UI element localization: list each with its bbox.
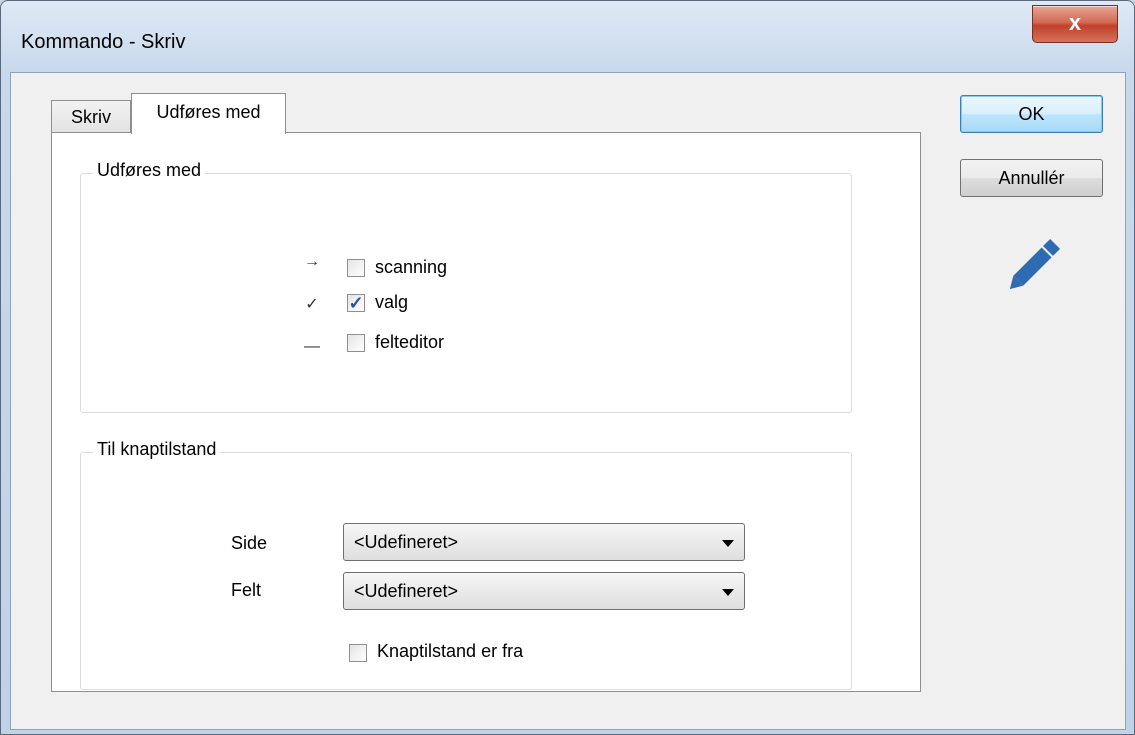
pencil-body	[1013, 247, 1052, 286]
felteditor-checkbox[interactable]	[347, 334, 365, 352]
group-title: Til knaptilstand	[93, 439, 221, 460]
tab-label: Skriv	[71, 107, 111, 127]
button-state-off-label[interactable]: Knaptilstand er fra	[377, 641, 523, 662]
felteditor-label[interactable]: felteditor	[375, 332, 444, 353]
tab-panel: Udføres med → scanning ✓ ✓ valg — felted…	[51, 132, 921, 692]
window-title: Kommando - Skriv	[21, 31, 186, 53]
ok-button-label: OK	[1018, 104, 1045, 124]
dialog-client-area: Skriv Udføres med Udføres med → scanning…	[10, 72, 1126, 730]
chevron-down-icon	[722, 589, 734, 596]
cancel-button[interactable]: Annullér	[960, 159, 1103, 197]
option-valg: ✓ ✓ valg	[301, 292, 601, 318]
dialog-window: Kommando - Skriv x Skriv Udføres med Udf…	[0, 0, 1135, 735]
dash-icon: —	[304, 338, 320, 355]
field-dropdown[interactable]: <Udefineret>	[343, 572, 745, 610]
cancel-button-label: Annullér	[998, 168, 1065, 188]
arrow-right-icon: →	[304, 253, 320, 270]
pencil-icon	[1009, 238, 1061, 290]
side-dropdown-value: <Udefineret>	[354, 532, 459, 552]
checkmark-icon: ✓	[305, 296, 319, 313]
tab-skriv[interactable]: Skriv	[51, 100, 131, 132]
scanning-checkbox[interactable]	[347, 259, 365, 277]
valg-label[interactable]: valg	[375, 292, 408, 313]
scanning-label[interactable]: scanning	[375, 257, 447, 278]
chevron-down-icon	[722, 540, 734, 547]
side-dropdown[interactable]: <Udefineret>	[343, 523, 745, 561]
side-label: Side	[231, 533, 268, 553]
option-scanning: → scanning	[301, 253, 601, 283]
close-icon: x	[1068, 10, 1082, 35]
tab-udfoeres-med[interactable]: Udføres med	[131, 93, 286, 134]
field-dropdown-value: <Udefineret>	[354, 581, 459, 601]
close-button[interactable]: x	[1032, 5, 1118, 43]
group-title: Udføres med	[93, 160, 206, 181]
option-felteditor: — felteditor	[301, 332, 601, 358]
valg-checkbox[interactable]: ✓	[347, 294, 365, 312]
ok-button[interactable]: OK	[960, 95, 1103, 133]
button-state-group: Til knaptilstand Side <Udefineret> Felt …	[80, 439, 852, 690]
field-label: Felt	[231, 580, 262, 600]
button-state-off-checkbox[interactable]	[349, 644, 367, 662]
execute-with-group: Udføres med → scanning ✓ ✓ valg — felted…	[80, 160, 852, 413]
tab-label: Udføres med	[156, 102, 261, 122]
title-bar[interactable]: Kommando - Skriv x	[1, 1, 1134, 73]
